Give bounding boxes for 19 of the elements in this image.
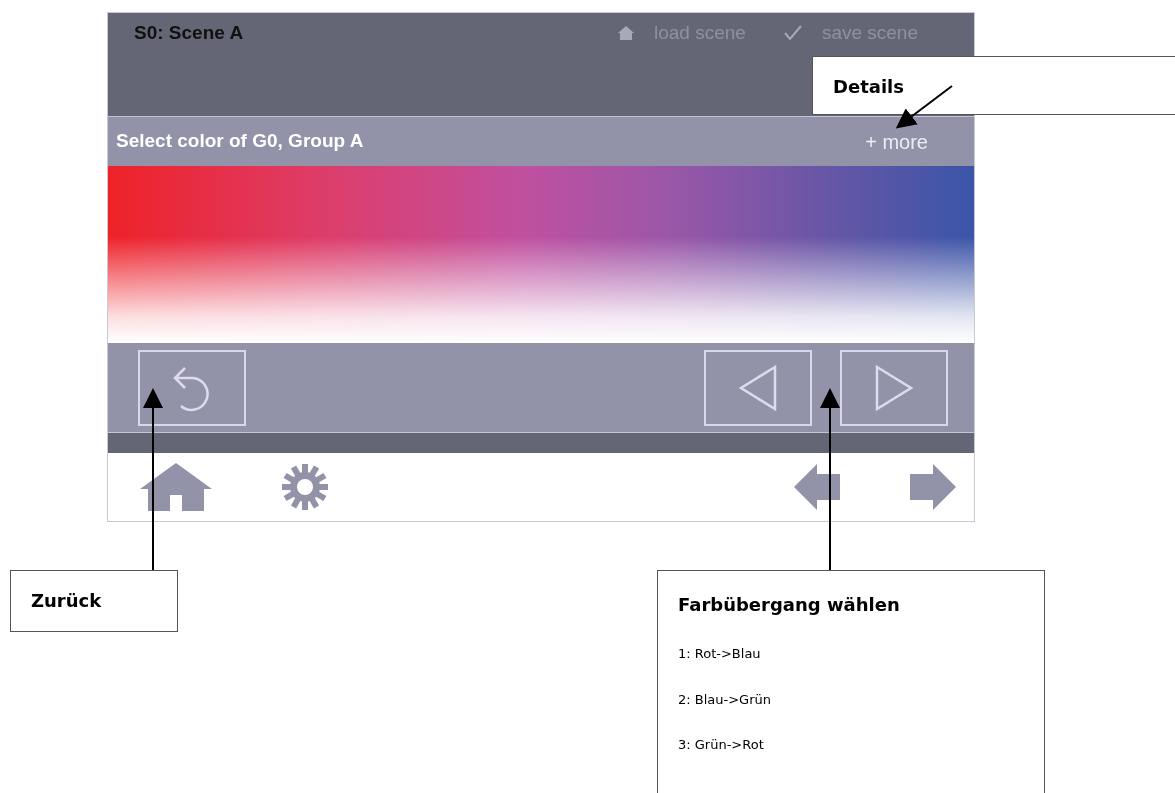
- right-triangle-icon: [874, 364, 914, 411]
- scene-title: S0: Scene A: [134, 21, 245, 45]
- left-arrow-icon[interactable]: [794, 464, 840, 510]
- callout-item: 2: Blau->Grün: [678, 690, 772, 709]
- settings-icon[interactable]: [282, 464, 328, 510]
- checkmark-icon: [783, 25, 802, 42]
- section-title: Select color of G0, Group A: [116, 129, 364, 154]
- more-link[interactable]: + more: [865, 126, 928, 157]
- house-icon: [617, 25, 634, 42]
- left-triangle-icon: [738, 364, 778, 411]
- callout-title: Details: [833, 75, 905, 99]
- callout-title: Farbübergang wählen: [678, 593, 901, 617]
- callout-title: Zurück: [31, 589, 103, 613]
- undo-button[interactable]: [138, 349, 246, 426]
- callout-item: 1: Rot->Blau: [678, 645, 762, 663]
- color-gradient-picker[interactable]: [108, 166, 974, 343]
- home-icon[interactable]: [140, 463, 212, 511]
- callout-item: 3: Grün->Rot: [678, 736, 765, 754]
- right-arrow-icon[interactable]: [910, 464, 956, 510]
